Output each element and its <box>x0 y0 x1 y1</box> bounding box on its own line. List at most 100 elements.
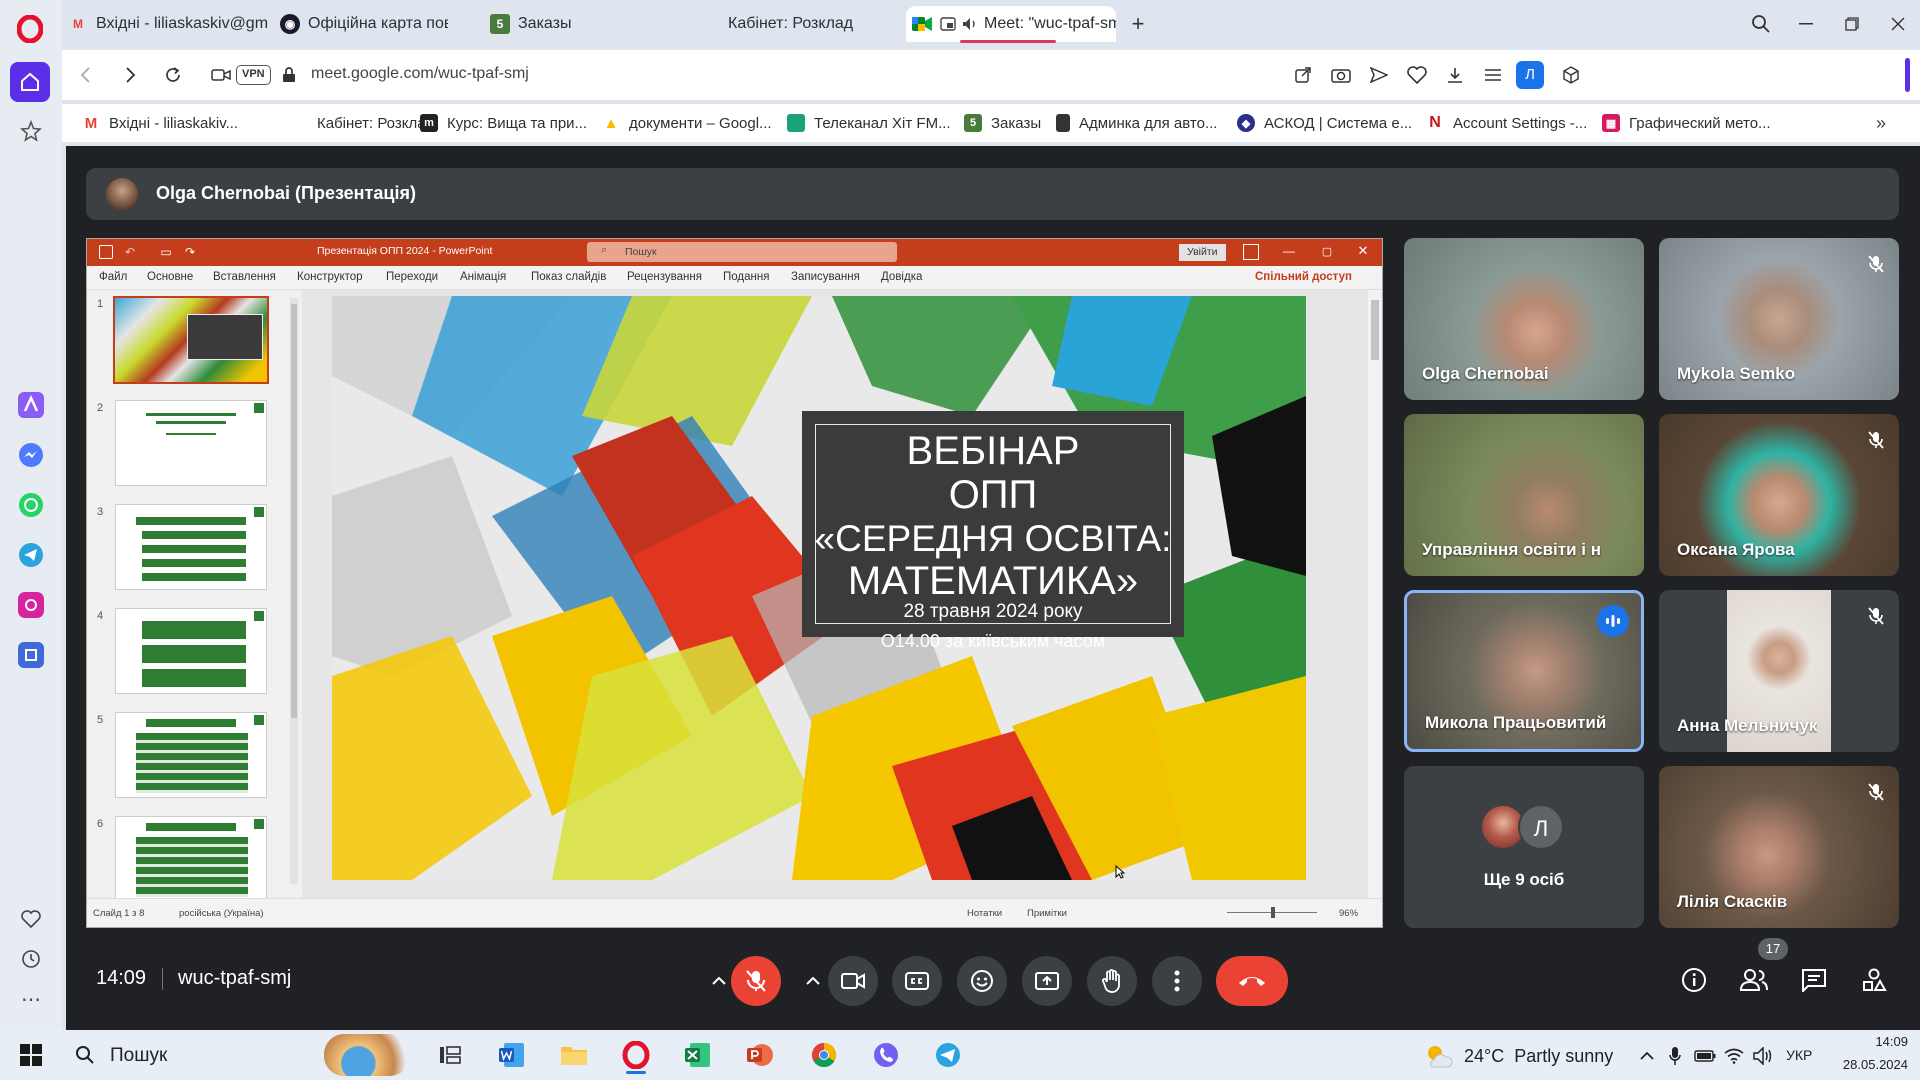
bookmark-item[interactable]: M Вхідні - liliaskakiv... <box>82 112 238 134</box>
captions-button[interactable] <box>892 956 942 1006</box>
bookmark-item[interactable]: Кабінет: Розклад <box>290 112 434 134</box>
pip-icon[interactable] <box>940 16 956 32</box>
participant-tile-speaking[interactable]: Микола Працьовитий <box>1404 590 1644 752</box>
video-options-chevron-icon[interactable] <box>800 966 826 996</box>
participant-tile[interactable]: Olga Chernobai <box>1404 238 1644 400</box>
minimize-icon[interactable] <box>1792 10 1820 38</box>
reload-icon[interactable] <box>160 62 186 88</box>
ppt-menu-item: Файл <box>99 271 128 283</box>
history-icon[interactable] <box>14 942 48 976</box>
snapshot-icon[interactable] <box>1328 62 1354 88</box>
bookmark-item[interactable]: N Account Settings -... <box>1426 112 1587 134</box>
clock-time[interactable]: 14:09 <box>1836 1034 1908 1049</box>
home-icon[interactable] <box>10 62 50 102</box>
participant-tile[interactable]: Анна Мельничук <box>1659 590 1899 752</box>
messenger-icon[interactable] <box>14 438 48 472</box>
speed-dial-icon[interactable] <box>14 114 48 148</box>
telegram-app-icon[interactable] <box>930 1037 966 1073</box>
tray-chevron-icon[interactable] <box>1636 1044 1658 1068</box>
tab-cabinet[interactable]: Кабінет: Розклад <box>700 6 900 42</box>
tab-gmail[interactable]: M Вхідні - liliaskaskiv@gmail.com <box>68 6 268 42</box>
url-field[interactable]: meet.google.com/wuc-tpaf-smj <box>311 65 911 83</box>
people-icon[interactable] <box>1736 962 1772 998</box>
tab-alert-map[interactable]: ◉ Офіційна карта повітряних тривог <box>280 6 448 42</box>
bookmark-item[interactable]: ◆ АСКОД | Система е... <box>1237 112 1412 134</box>
bookmark-label: Account Settings -... <box>1453 114 1588 132</box>
back-icon[interactable] <box>72 62 98 88</box>
tab-orders[interactable]: 5 Заказы <box>490 6 690 42</box>
send-icon[interactable] <box>1366 62 1392 88</box>
opera-app-icon[interactable] <box>618 1037 654 1074</box>
word-app-icon[interactable] <box>494 1037 530 1073</box>
telegram-sidebar-icon[interactable] <box>14 538 48 572</box>
wifi-icon[interactable] <box>1722 1044 1746 1068</box>
volume-icon[interactable] <box>1752 1044 1776 1068</box>
slide-title-line: МАТЕМАТИКА» <box>847 559 1139 603</box>
tab-meet[interactable]: Meet: "wuc-tpaf-smj" <box>906 6 1116 43</box>
raise-hand-button[interactable] <box>1087 956 1137 1006</box>
participant-tile[interactable]: Mykola Semko <box>1659 238 1899 400</box>
bookmarks-overflow-icon[interactable]: » <box>1868 110 1894 136</box>
close-window-icon[interactable] <box>1884 10 1912 38</box>
bookmark-item[interactable]: 5 Заказы <box>964 112 1041 134</box>
new-tab-icon[interactable]: + <box>1124 10 1152 38</box>
share-icon[interactable] <box>1290 62 1316 88</box>
ppt-status-bar: Слайд 1 з 8 російська (Україна) Нотатки … <box>87 898 1382 927</box>
instagram-icon[interactable] <box>14 588 48 622</box>
easy-setup-icon[interactable] <box>1480 62 1506 88</box>
bookmark-item[interactable]: m Курс: Вища та при... <box>420 112 587 134</box>
reactions-button[interactable] <box>957 956 1007 1006</box>
file-explorer-icon[interactable] <box>556 1037 592 1073</box>
bookmark-item[interactable]: Админка для авто... <box>1056 112 1217 134</box>
vpn-badge[interactable]: VPN <box>236 65 271 85</box>
bookmark-item[interactable]: ▦ Графический мето... <box>1602 112 1771 134</box>
bookmark-label: Админка для авто... <box>1079 114 1218 132</box>
speaker-icon[interactable] <box>962 16 978 32</box>
more-options-button[interactable] <box>1152 956 1202 1006</box>
chat-icon[interactable] <box>1796 962 1832 998</box>
powerpoint-app-icon[interactable] <box>742 1037 778 1073</box>
more-icon[interactable]: ⋯ <box>14 982 48 1016</box>
participant-tile[interactable]: Оксана Ярова <box>1659 414 1899 576</box>
forward-icon[interactable] <box>118 62 144 88</box>
leave-call-button[interactable] <box>1216 956 1288 1006</box>
others-tile[interactable]: Л Ще 9 осіб <box>1404 766 1644 928</box>
viber-app-icon[interactable] <box>868 1037 904 1073</box>
mic-toggle-button[interactable] <box>731 956 781 1006</box>
extensions-icon[interactable] <box>1558 62 1584 88</box>
windows-start-icon[interactable] <box>16 1040 46 1070</box>
sidebar-toggle[interactable] <box>1905 58 1910 92</box>
activities-icon[interactable] <box>1856 962 1892 998</box>
camera-feed-icon[interactable] <box>208 62 234 88</box>
favorite-icon[interactable] <box>1404 62 1430 88</box>
heart-icon[interactable] <box>14 902 48 936</box>
camera-toggle-button[interactable] <box>828 956 878 1006</box>
bookmark-item[interactable]: Телеканал Хіт FM... <box>787 112 951 134</box>
aria-icon[interactable] <box>14 388 48 422</box>
chrome-app-icon[interactable] <box>806 1037 842 1073</box>
excel-app-icon[interactable] <box>680 1037 716 1073</box>
tab-title: Заказы <box>518 15 572 32</box>
task-view-icon[interactable] <box>432 1037 468 1073</box>
present-button[interactable] <box>1022 956 1072 1006</box>
opera-logo-icon[interactable] <box>13 12 47 46</box>
clock-date[interactable]: 28.05.2024 <box>1836 1057 1908 1072</box>
audio-options-chevron-icon[interactable] <box>706 966 732 996</box>
profile-avatar[interactable]: Л <box>1516 61 1544 89</box>
tab-search-icon[interactable] <box>1747 10 1775 38</box>
lock-icon[interactable] <box>278 64 300 86</box>
meeting-info-icon[interactable] <box>1676 962 1712 998</box>
taskbar-search-box[interactable]: Пошук <box>62 1034 414 1076</box>
participant-tile[interactable]: Управління освіти і н <box>1404 414 1644 576</box>
whatsapp-icon[interactable] <box>14 488 48 522</box>
participant-tile[interactable]: Лілія Скасків <box>1659 766 1899 928</box>
player-icon[interactable] <box>14 638 48 672</box>
tray-mic-icon[interactable] <box>1664 1044 1686 1068</box>
bookmark-item[interactable]: ▲ документи – Googl... <box>602 112 772 134</box>
battery-icon[interactable] <box>1692 1044 1718 1068</box>
meet-icon <box>912 14 932 34</box>
input-language[interactable]: УКР <box>1786 1047 1812 1063</box>
ppt-editor-area: ВЕБІНАР ОПП «СЕРЕДНЯ ОСВІТА: МАТЕМАТИКА»… <box>302 290 1382 898</box>
download-icon[interactable] <box>1442 62 1468 88</box>
restore-icon[interactable] <box>1838 10 1866 38</box>
